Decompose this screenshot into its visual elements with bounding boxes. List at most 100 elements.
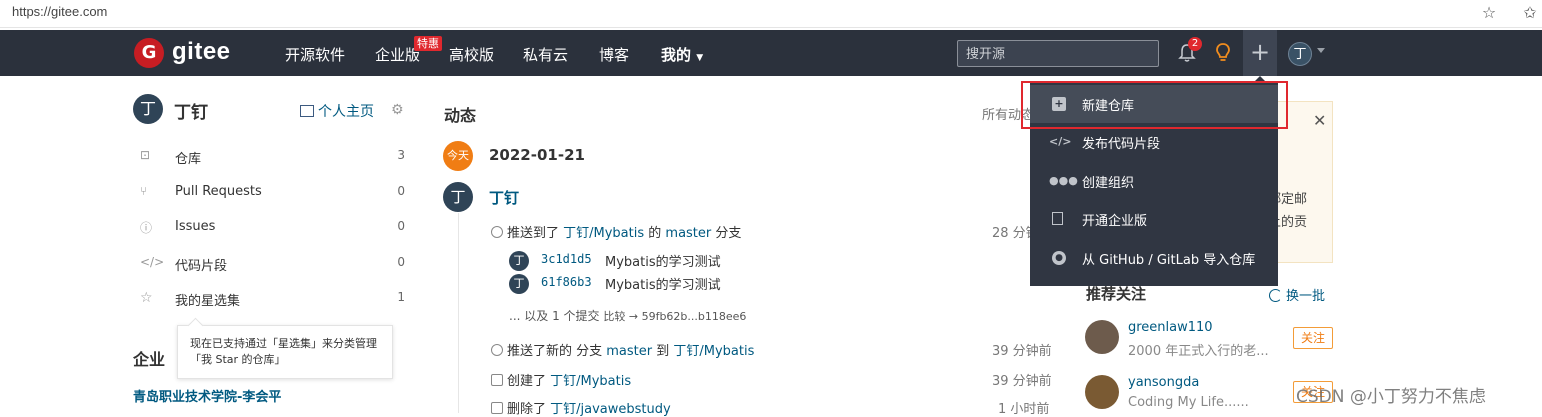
commit-hash[interactable]: 61f86b3 [541, 275, 592, 289]
repo-icon [491, 374, 503, 386]
nav-private-cloud[interactable]: 私有云 [523, 44, 568, 65]
compare-link[interactable]: 比较 → 59fb62b...b118ee6 [603, 310, 746, 323]
branch-link[interactable]: master [606, 344, 652, 359]
activity-text: 删除了 [507, 402, 551, 417]
top-navbar: G gitee 开源软件 企业版 特惠 高校版 私有云 博客 我的 ▼ 2 + … [0, 30, 1542, 76]
activity-delete-repo: 删除了 丁钉/javawebstudy [491, 398, 671, 417]
code-icon: </> [140, 255, 165, 269]
push-icon [491, 344, 503, 356]
repo-link[interactable]: 丁钉/Mybatis [673, 344, 754, 359]
commit-hash[interactable]: 3c1d1d5 [541, 252, 592, 266]
nav-mine-label: 我的 [661, 46, 692, 64]
logo-text[interactable]: gitee [172, 38, 231, 66]
trash-icon [491, 402, 503, 414]
refresh-button[interactable]: 换一批 [1269, 285, 1325, 304]
repo-link[interactable]: 丁钉/javawebstudy [550, 402, 671, 417]
browser-address-bar: https://gitee.com ☆ ✩ [0, 0, 1542, 28]
promo-badge: 特惠 [414, 36, 442, 51]
feed-user-name[interactable]: 丁钉 [489, 187, 519, 208]
favorites-icon[interactable]: ✩ [1520, 3, 1540, 23]
building-icon [1052, 212, 1063, 225]
activity-push: 推送到了 丁钉/Mybatis 的 master 分支 [491, 222, 741, 241]
sidebar-item-pull-requests[interactable]: ⑂ Pull Requests 0 [140, 184, 410, 204]
menu-item-label: 从 GitHub / GitLab 导入仓库 [1082, 253, 1256, 268]
push-icon [491, 226, 503, 238]
user-avatar[interactable]: 丁 [1288, 42, 1312, 66]
create-plus-button[interactable]: + [1243, 30, 1277, 76]
timeline-line [458, 213, 459, 413]
issue-icon: ⓘ [140, 221, 153, 235]
sidebar-item-repos[interactable]: ⊡ 仓库 3 [140, 148, 410, 168]
commit-avatar[interactable]: 丁 [509, 274, 529, 294]
add-bookmark-icon[interactable]: ☆ [1479, 3, 1499, 23]
sidebar-item-count: 1 [397, 290, 405, 304]
sidebar-item-label: Pull Requests [175, 184, 262, 199]
activity-time: 39 分钟前 [992, 344, 1052, 359]
gitee-logo-icon[interactable]: G [134, 38, 164, 68]
refresh-label: 换一批 [1286, 289, 1326, 304]
branch-link[interactable]: master [665, 226, 711, 241]
activity-create-repo: 创建了 丁钉/Mybatis [491, 370, 631, 389]
nav-blog[interactable]: 博客 [599, 44, 629, 65]
group-icon: ●●● [1049, 174, 1078, 187]
chevron-down-icon: ▼ [696, 53, 704, 63]
recommended-user-avatar[interactable] [1085, 320, 1119, 354]
nav-mine[interactable]: 我的 ▼ [661, 44, 703, 65]
menu-item-label: 创建组织 [1082, 176, 1135, 191]
feed-title: 动态 [444, 106, 477, 125]
sidebar-avatar[interactable]: 丁 [133, 94, 163, 124]
csdn-watermark: CSDN @小丁努力不焦虑 [1296, 387, 1486, 407]
menu-item-label: 发布代码片段 [1082, 137, 1161, 152]
personal-home-link[interactable]: 个人主页 [300, 101, 374, 121]
menu-item-import[interactable]: ● 从 GitHub / GitLab 导入仓库 [1030, 239, 1278, 277]
repo-icon: ⊡ [140, 148, 151, 162]
feed-date: 2022-01-21 [489, 146, 585, 164]
recommend-title: 推荐关注 [1086, 285, 1147, 303]
sidebar-item-snippets[interactable]: </> 代码片段 0 [140, 255, 410, 275]
pull-request-icon: ⑂ [140, 184, 148, 198]
notification-count-badge: 2 [1188, 37, 1202, 51]
close-icon[interactable]: ✕ [1313, 111, 1326, 130]
star-icon: ☆ [140, 290, 153, 306]
activity-text: 分支 [711, 226, 742, 241]
activity-text: 推送到了 [507, 226, 564, 241]
recommended-user-name[interactable]: greenlaw110 [1128, 320, 1213, 335]
recommended-user-avatar[interactable] [1085, 375, 1119, 409]
sidebar-item-issues[interactable]: ⓘ Issues 0 [140, 219, 410, 239]
id-card-icon [300, 105, 314, 117]
activity-time: 39 分钟前 [992, 374, 1052, 389]
recommended-user-desc: 2000 年正式入行的老... [1128, 344, 1269, 359]
sidebar-item-count: 0 [397, 219, 405, 233]
activity-text: 的 [644, 226, 666, 241]
menu-item-create-org[interactable]: ●●● 创建组织 [1030, 162, 1278, 200]
personal-home-label: 个人主页 [318, 104, 374, 120]
sidebar-item-count: 0 [397, 184, 405, 198]
sidebar-user-name[interactable]: 丁钉 [174, 98, 208, 123]
commit-avatar[interactable]: 丁 [509, 251, 529, 271]
follow-button[interactable]: 关注 [1293, 327, 1333, 349]
highlight-box [1021, 81, 1288, 129]
repo-link[interactable]: 丁钉/Mybatis [550, 374, 631, 389]
avatar-caret-icon[interactable] [1317, 48, 1325, 53]
sidebar-item-count: 0 [397, 255, 405, 269]
recommended-user-name[interactable]: yansongda [1128, 375, 1199, 390]
activity-text: 推送了新的 分支 [507, 344, 607, 359]
feed-user-avatar[interactable]: 丁 [443, 182, 473, 212]
sidebar-item-star-collections[interactable]: ☆ 我的星选集 1 [140, 290, 410, 310]
url-text[interactable]: https://gitee.com [12, 4, 107, 19]
menu-item-enterprise[interactable]: 开通企业版 [1030, 200, 1278, 238]
refresh-icon [1269, 289, 1282, 302]
enterprise-section-title: 企业 [133, 350, 166, 369]
more-commits: ... 以及 1 个提交 比较 → 59fb62b...b118ee6 [509, 307, 746, 324]
search-input[interactable] [957, 40, 1159, 67]
enterprise-link[interactable]: 青岛职业技术学院-李会平 [133, 386, 281, 405]
repo-link[interactable]: 丁钉/Mybatis [563, 226, 644, 241]
sidebar-item-label: 仓库 [175, 152, 202, 167]
today-badge: 今天 [443, 141, 473, 171]
lightbulb-icon[interactable] [1214, 42, 1232, 64]
nav-opensource[interactable]: 开源软件 [285, 44, 345, 65]
activity-text: 创建了 [507, 374, 551, 389]
github-icon: ● [1052, 251, 1066, 265]
nav-education[interactable]: 高校版 [449, 44, 494, 65]
gear-icon[interactable]: ⚙ [391, 102, 404, 118]
